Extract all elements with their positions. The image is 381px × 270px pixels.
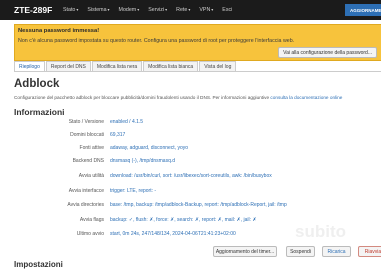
router-brand[interactable]: ZTE-289F (0, 5, 60, 15)
menu-modem[interactable]: Modem▾ (119, 7, 140, 13)
info-label: Avvia utilità (78, 173, 104, 179)
chevron-down-icon: ▾ (107, 7, 110, 12)
menu-label: Rete (176, 7, 188, 13)
tab-log[interactable]: Vista del log (199, 61, 237, 71)
top-navbar: ZTE-289F Stato▾ Sistema▾ Modem▾ Servizi▾… (0, 0, 381, 20)
page-description: Configurazione del pacchetto adblock per… (14, 95, 342, 100)
alert-text: Non c'è alcuna password impostata su que… (18, 38, 295, 44)
menu-rete[interactable]: Rete▾ (176, 7, 190, 13)
section-title-settings: Impostazioni (14, 260, 63, 269)
documentation-link[interactable]: consulta la documentazione online (270, 95, 342, 100)
menu-esci[interactable]: Esci (222, 7, 232, 13)
info-label: Backend DNS (72, 158, 104, 164)
info-row-sources: Fonti attive adaway, adguard, disconnect… (0, 145, 381, 155)
reload-button[interactable]: Ricarica (322, 246, 351, 257)
restart-button[interactable]: Riavvia (358, 246, 381, 257)
tab-report-dns[interactable]: Report del DNS (45, 61, 91, 71)
main-menu: Stato▾ Sistema▾ Modem▾ Servizi▾ Rete▾ VP… (63, 7, 241, 13)
info-row-status: Stato / Versione enabled / 4.1.5 (0, 119, 381, 129)
info-label: Stato / Versione (68, 119, 104, 125)
info-label: Avvia flags (79, 217, 104, 223)
info-value: download: /usr/bin/curl, sort: /usr/libe… (110, 173, 272, 179)
chevron-down-icon: ▾ (76, 7, 79, 12)
info-label: Fonti attive (79, 145, 104, 151)
info-row-interfaces: Avvia interfacce trigger: LTE, report: - (0, 188, 381, 198)
info-value: backup: ✓, flush: ✗, force: ✗, search: ✗… (110, 217, 257, 223)
tab-blacklist[interactable]: Modifica lista nera (91, 61, 143, 71)
info-value: base: /tmp, backup: /tmp/adblock-Backup,… (110, 202, 287, 208)
info-row-dns-backend: Backend DNS dnsmasq (-), /tmp/dnsmasq.d (0, 158, 381, 168)
info-value: adaway, adguard, disconnect, yoyo (110, 145, 189, 151)
updates-badge[interactable]: AGGIORNAMENTI (345, 4, 381, 16)
suspend-button[interactable]: Sospendi (286, 246, 315, 257)
chevron-down-icon: ▾ (188, 7, 191, 12)
action-buttons: Aggiornamento del timer... Sospendi Rica… (0, 246, 381, 258)
info-value: enabled / 4.1.5 (110, 119, 144, 125)
info-label: Avvia interfacce (68, 188, 104, 194)
section-title-info: Informazioni (14, 107, 65, 117)
page-title: Adblock (14, 78, 60, 90)
menu-stato[interactable]: Stato▾ (63, 7, 78, 13)
menu-label: Esci (222, 7, 233, 13)
info-row-utilities: Avvia utilità download: /usr/bin/curl, s… (0, 173, 381, 183)
menu-label: Stato (63, 7, 76, 13)
menu-vpn[interactable]: VPN▾ (199, 7, 213, 13)
no-password-alert: Nessuna password immessa! Non c'è alcuna… (14, 24, 381, 61)
info-value: 69,317 (110, 132, 126, 138)
tab-riepilogo[interactable]: Riepilogo (14, 61, 45, 71)
info-label: Domini bloccati (70, 132, 104, 138)
info-row-directories: Avvia directories base: /tmp, backup: /t… (0, 202, 381, 212)
info-value: start, 0m 24s, 247/148/134, 2024-04-06T2… (110, 231, 236, 237)
chevron-down-icon: ▾ (211, 7, 214, 12)
tab-whitelist[interactable]: Modifica lista bianca (143, 61, 199, 71)
tab-bar: Riepilogo Report del DNS Modifica lista … (14, 61, 381, 72)
info-label: Ultimo avvio (76, 231, 104, 237)
info-value: dnsmasq (-), /tmp/dnsmasq.d (110, 158, 176, 164)
description-text: Configurazione del pacchetto adblock per… (14, 95, 270, 100)
info-row-blocked-domains: Domini bloccati 69,317 (0, 132, 381, 142)
info-value: trigger: LTE, report: - (110, 188, 157, 194)
refresh-timer-button[interactable]: Aggiornamento del timer... (213, 246, 277, 257)
chevron-down-icon: ▾ (137, 7, 140, 12)
watermark: subito (295, 222, 346, 241)
menu-label: VPN (199, 7, 211, 13)
alert-title: Nessuna password immessa! (18, 28, 100, 34)
info-label: Avvia directories (67, 202, 104, 208)
menu-label: Servizi (148, 7, 165, 13)
menu-sistema[interactable]: Sistema▾ (87, 7, 109, 13)
go-to-password-button[interactable]: Vai alla configurazione della password..… (278, 47, 377, 58)
menu-servizi[interactable]: Servizi▾ (148, 7, 167, 13)
menu-label: Modem (118, 7, 137, 13)
chevron-down-icon: ▾ (165, 7, 168, 12)
menu-label: Sistema (87, 7, 107, 13)
